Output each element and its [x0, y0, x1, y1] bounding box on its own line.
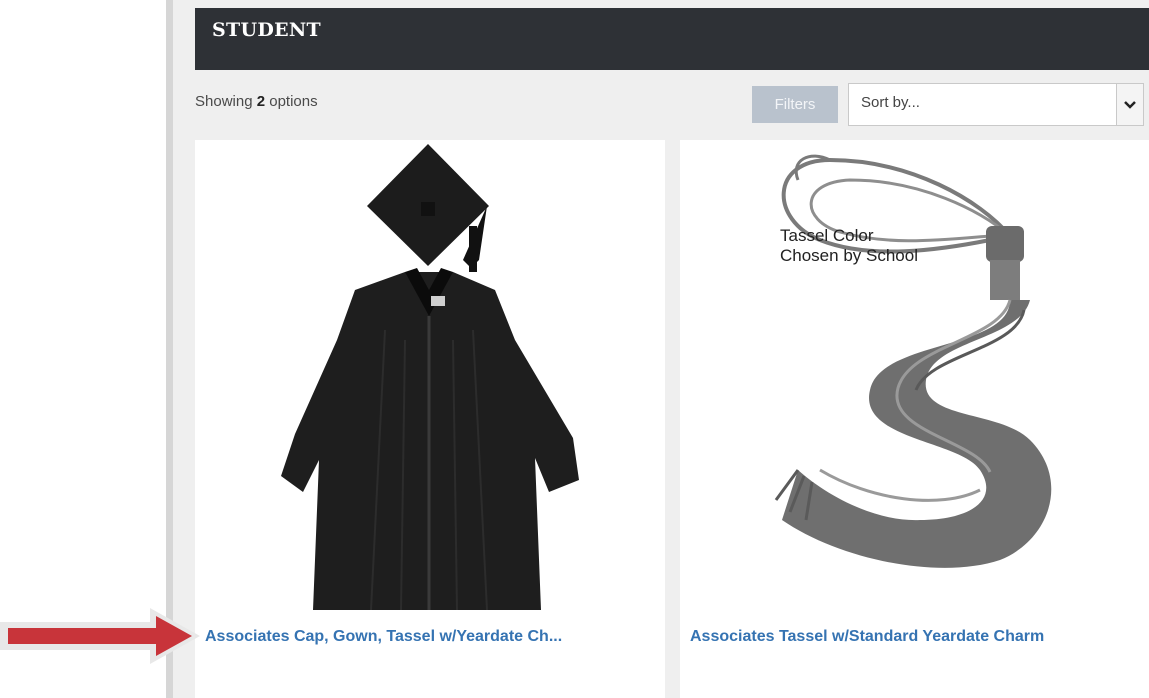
tassel-caption-line: Chosen by School	[780, 246, 918, 265]
chevron-down-icon[interactable]	[1116, 84, 1143, 125]
red-arrow-annotation	[0, 608, 200, 664]
results-count-suffix: options	[265, 93, 318, 110]
page-left-border	[166, 0, 173, 698]
product-card[interactable]: Tassel Color Chosen by School Associates…	[680, 140, 1149, 698]
tassel-image[interactable]	[680, 140, 1149, 620]
category-title: STUDENT	[212, 19, 321, 41]
results-count-prefix: Showing	[195, 93, 257, 110]
results-count-number: 2	[256, 93, 266, 110]
filters-button[interactable]: Filters	[752, 86, 838, 123]
sort-select-value: Sort by...	[861, 94, 920, 111]
category-header: STUDENT	[195, 8, 1149, 70]
product-title-link[interactable]: Associates Cap, Gown, Tassel w/Yeardate …	[205, 628, 562, 646]
tassel-image-caption: Tassel Color Chosen by School	[780, 226, 918, 266]
product-card[interactable]: Associates Cap, Gown, Tassel w/Yeardate …	[195, 140, 665, 698]
product-title-link[interactable]: Associates Tassel w/Standard Yeardate Ch…	[690, 628, 1044, 646]
cap-gown-image[interactable]	[195, 140, 665, 620]
results-count: Showing 2 options	[195, 93, 318, 110]
tassel-caption-line: Tassel Color	[780, 226, 874, 245]
sort-select[interactable]: Sort by...	[848, 83, 1144, 126]
